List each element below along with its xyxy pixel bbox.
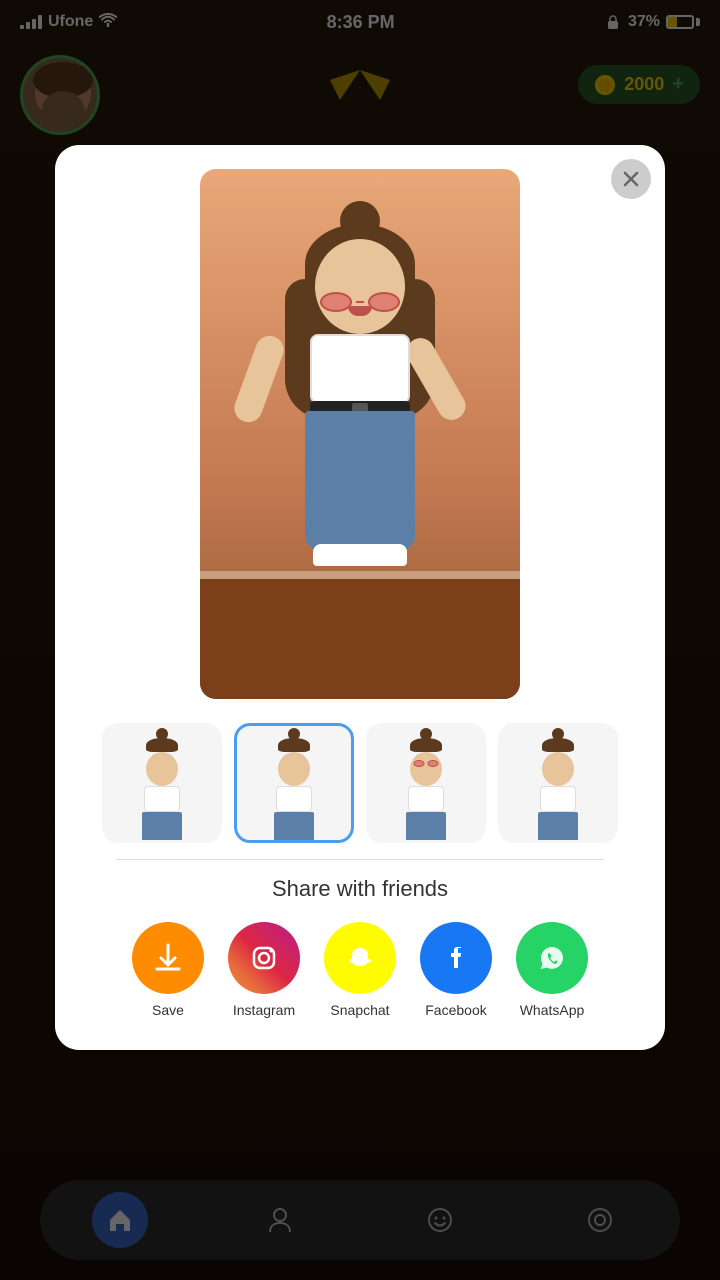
instagram-button[interactable]: Instagram	[228, 922, 300, 1018]
instagram-label: Instagram	[233, 1002, 295, 1018]
thumb-char-3	[391, 738, 461, 828]
facebook-button[interactable]: Facebook	[420, 922, 492, 1018]
close-button[interactable]	[611, 159, 651, 199]
char-shirt	[310, 334, 410, 404]
facebook-icon	[420, 922, 492, 994]
facebook-label: Facebook	[425, 1002, 486, 1018]
instagram-icon	[228, 922, 300, 994]
thumb-body-4	[540, 786, 576, 812]
share-buttons-row: Save Instagram Snapchat	[55, 922, 665, 1018]
char-arm-left	[230, 332, 287, 426]
thumb-pants-2	[274, 812, 314, 843]
avatar-preview	[200, 169, 520, 699]
share-title: Share with friends	[55, 876, 665, 902]
thumbnail-4[interactable]	[498, 723, 618, 843]
char-head	[315, 239, 405, 334]
share-modal: Share with friends Save Instagram	[55, 145, 665, 1050]
thumb-head-4	[542, 752, 574, 786]
save-button[interactable]: Save	[132, 922, 204, 1018]
whatsapp-icon	[516, 922, 588, 994]
thumb-pants-4	[538, 812, 578, 843]
thumb-head-3	[410, 752, 442, 786]
thumb-char-1	[127, 738, 197, 828]
save-icon	[132, 922, 204, 994]
thumb-head-1	[146, 752, 178, 786]
thumbnail-strip	[55, 707, 665, 859]
thumb-pants-3	[406, 812, 446, 843]
char-glass-left	[320, 292, 352, 312]
char-glass-right	[368, 292, 400, 312]
thumb-pants-1	[142, 812, 182, 843]
snapchat-button[interactable]: Snapchat	[324, 922, 396, 1018]
thumb-head-2	[278, 752, 310, 786]
thumb-char-2	[259, 738, 329, 828]
thumb-body-1	[144, 786, 180, 812]
whatsapp-button[interactable]: WhatsApp	[516, 922, 588, 1018]
thumb-body-2	[276, 786, 312, 812]
share-divider	[116, 859, 604, 860]
thumbnail-2[interactable]	[234, 723, 354, 843]
thumb-body-3	[408, 786, 444, 812]
character-body	[250, 239, 470, 619]
thumb-char-4	[523, 738, 593, 828]
char-shoe-right	[352, 544, 407, 566]
whatsapp-label: WhatsApp	[520, 1002, 585, 1018]
thumbnail-1[interactable]	[102, 723, 222, 843]
thumbnail-3[interactable]	[366, 723, 486, 843]
snapchat-icon	[324, 922, 396, 994]
char-pants	[305, 411, 415, 551]
snapchat-label: Snapchat	[330, 1002, 389, 1018]
save-label: Save	[152, 1002, 184, 1018]
